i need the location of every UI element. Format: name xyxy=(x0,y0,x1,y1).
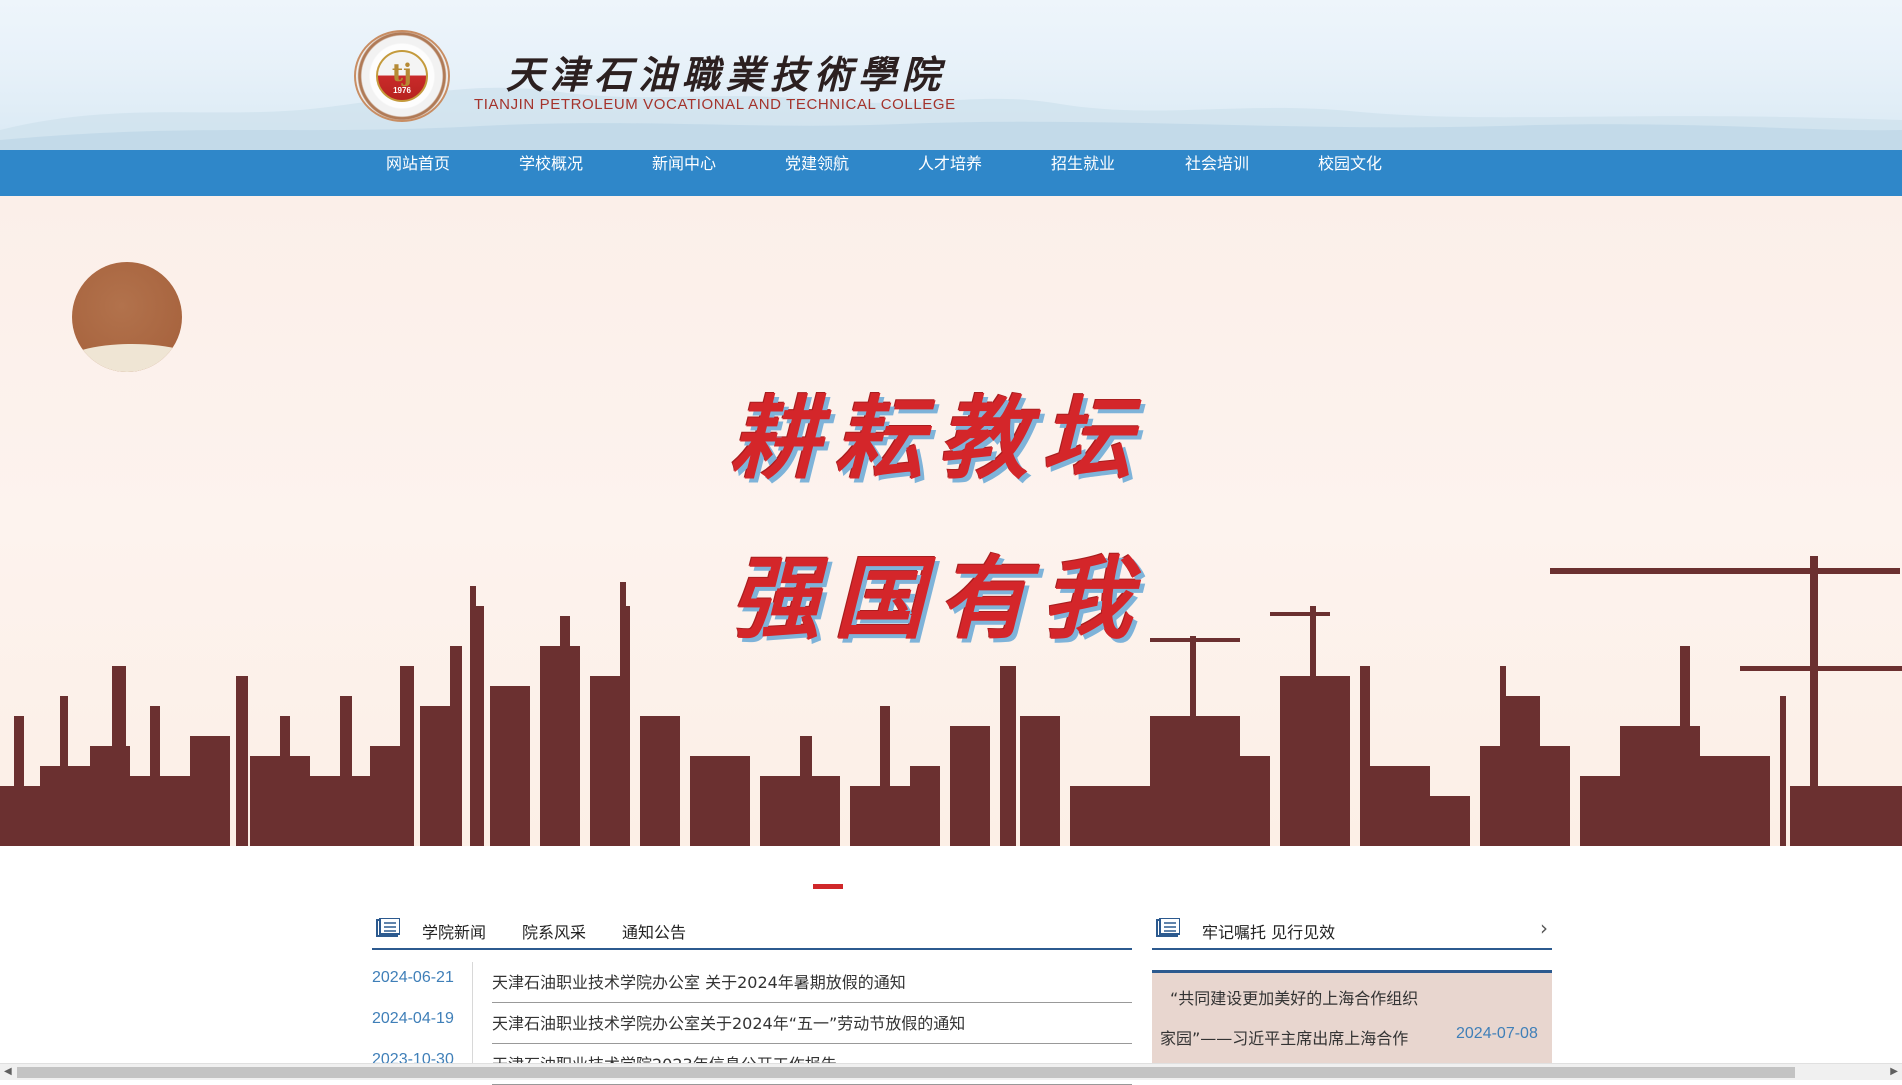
tab-college-news[interactable]: 学院新闻 xyxy=(422,919,486,943)
sun-decoration xyxy=(72,262,182,372)
news-panel-header: 学院新闻 院系风采 通知公告 xyxy=(372,912,1132,950)
tab-department-news[interactable]: 院系风采 xyxy=(522,919,586,943)
college-name-cn[interactable]: 天津石油職業技術學院 xyxy=(506,44,946,99)
college-seal-logo[interactable]: tj 1976 xyxy=(354,30,450,122)
college-name-en[interactable]: TIANJIN PETROLEUM VOCATIONAL AND TECHNIC… xyxy=(474,96,956,113)
news-list-item[interactable]: 2024-06-21 天津石油职业技术学院办公室 关于2024年暑期放假的通知 xyxy=(372,962,1132,1003)
nav-item-admissions[interactable]: 招生就业 xyxy=(1051,150,1115,196)
side-feature-title-line1[interactable]: “共同建设更加美好的上海合作组织 xyxy=(1170,985,1418,1009)
scroll-right-arrow-icon[interactable]: ▶ xyxy=(1890,1066,1898,1077)
news-list-item[interactable]: 2024-04-19 天津石油职业技术学院办公室关于2024年“五一”劳动节放假… xyxy=(372,1003,1132,1044)
side-feature-date: 2024-07-08 xyxy=(1456,1025,1538,1042)
side-feature-card[interactable]: “共同建设更加美好的上海合作组织 家园”——习近平主席出席上海合作 2024-0… xyxy=(1152,970,1552,1066)
side-feature-title-line2[interactable]: 家园”——习近平主席出席上海合作 xyxy=(1160,1025,1408,1049)
nav-item-home[interactable]: 网站首页 xyxy=(386,150,450,196)
nav-item-about[interactable]: 学校概况 xyxy=(519,150,583,196)
scrollbar-thumb[interactable] xyxy=(17,1067,1795,1078)
scroll-left-arrow-icon[interactable]: ◀ xyxy=(4,1066,12,1077)
site-header: tj 1976 天津石油職業技術學院 TIANJIN PETROLEUM VOC… xyxy=(0,0,1902,150)
book-icon xyxy=(1156,918,1180,937)
refinery-skyline-illustration xyxy=(0,556,1902,846)
side-panel-title[interactable]: 牢记嘱托 见行见效 xyxy=(1202,919,1335,943)
nav-item-talent[interactable]: 人才培养 xyxy=(918,150,982,196)
chevron-right-icon[interactable]: › xyxy=(1540,916,1548,940)
news-title-link[interactable]: 天津石油职业技术学院办公室 关于2024年暑期放假的通知 xyxy=(492,969,1132,1003)
seal-mark-icon: tj xyxy=(392,58,412,87)
book-icon xyxy=(376,918,400,937)
nav-item-training[interactable]: 社会培训 xyxy=(1185,150,1249,196)
slider-indicator-active[interactable] xyxy=(813,884,843,889)
main-nav: 网站首页 学校概况 新闻中心 党建领航 人才培养 招生就业 社会培训 校园文化 xyxy=(0,150,1902,196)
nav-item-culture[interactable]: 校园文化 xyxy=(1318,150,1382,196)
nav-item-party[interactable]: 党建领航 xyxy=(785,150,849,196)
side-panel-header: 牢记嘱托 见行见效 › xyxy=(1152,912,1552,950)
seal-emblem: tj 1976 xyxy=(376,50,428,102)
banner-slogan-line1: 耕耘教坛 xyxy=(730,386,1146,492)
news-date: 2024-06-21 xyxy=(372,969,454,986)
news-title-link[interactable]: 天津石油职业技术学院办公室关于2024年“五一”劳动节放假的通知 xyxy=(492,1010,1132,1044)
nav-item-news[interactable]: 新闻中心 xyxy=(652,150,716,196)
seal-year: 1976 xyxy=(393,86,411,95)
news-date: 2024-04-19 xyxy=(372,1010,454,1027)
hero-banner[interactable]: 耕耘教坛 强国有我 xyxy=(0,196,1902,846)
horizontal-scrollbar[interactable]: ◀ ▶ xyxy=(0,1063,1902,1080)
tab-notices[interactable]: 通知公告 xyxy=(622,919,686,943)
